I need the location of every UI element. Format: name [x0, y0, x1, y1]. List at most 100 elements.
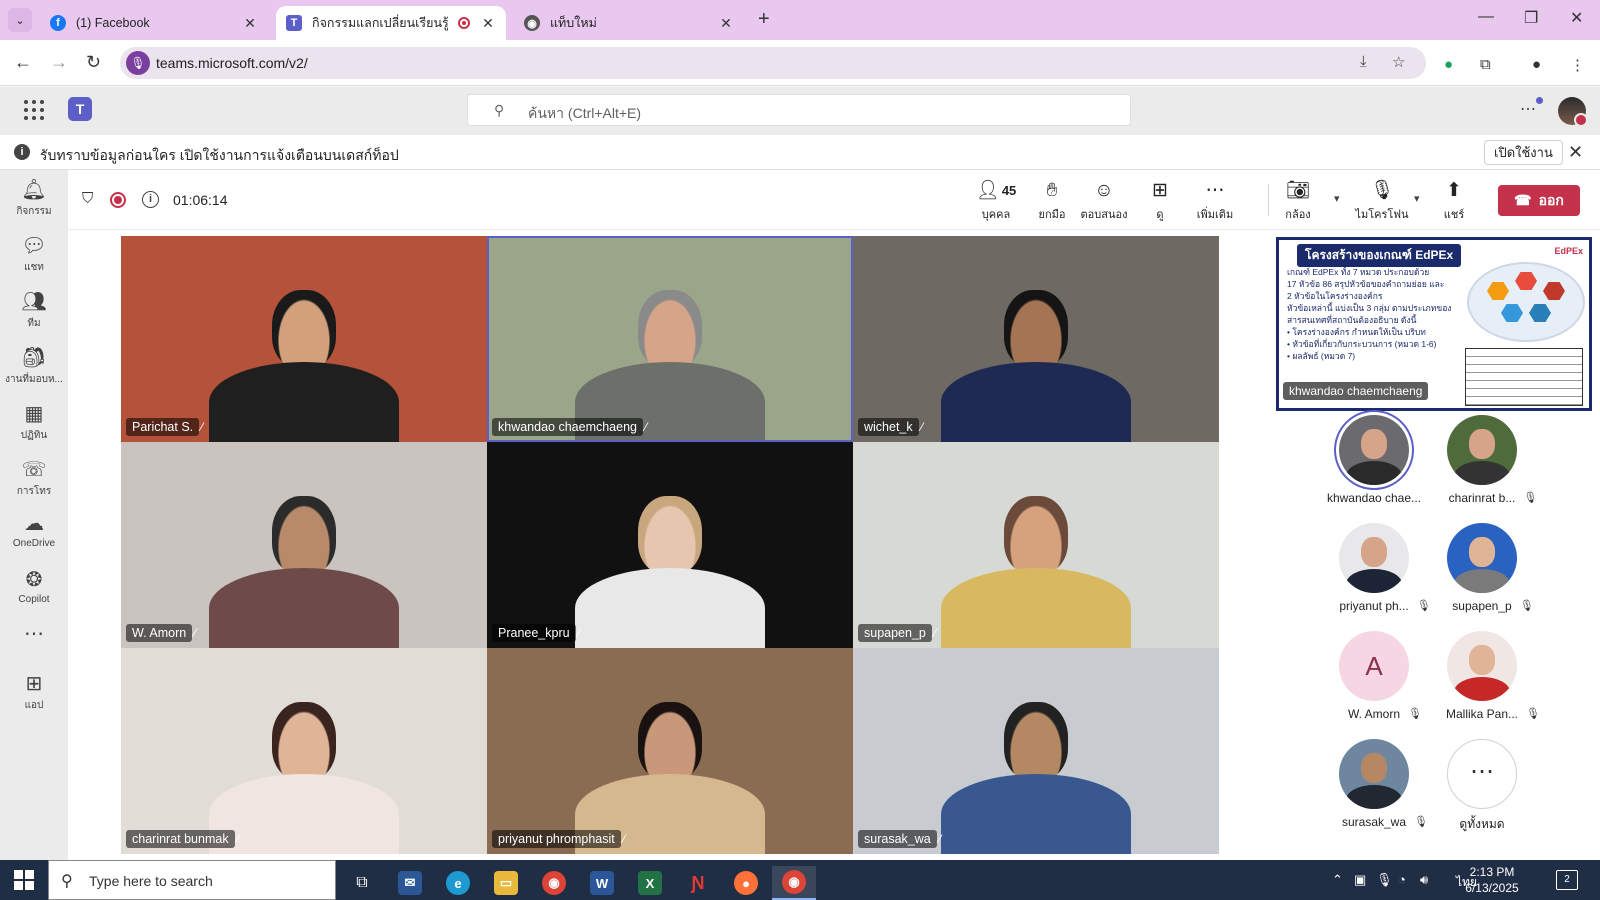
task-view-icon[interactable]: ⧉: [340, 866, 384, 900]
back-icon[interactable]: ←: [14, 52, 32, 73]
add-app-icon: ⊞: [25, 673, 43, 695]
rail-item-more[interactable]: ⋯: [0, 622, 68, 646]
settings-more-icon[interactable]: ⋯: [1520, 99, 1536, 119]
app-icon-mail[interactable]: ✉: [388, 866, 432, 900]
bookmark-star-icon[interactable]: ☆: [1392, 53, 1405, 71]
taskbar-search-input[interactable]: ⚲ Type here to search: [48, 860, 336, 900]
close-tab-icon[interactable]: ✕: [718, 15, 734, 32]
participant-roster-item[interactable]: Mallika Pan... 🎙︎: [1422, 631, 1542, 739]
tab-teams-meeting[interactable]: T กิจกรรมแลกเปลี่ยนเรียนรู้ SAR - ✕: [276, 6, 506, 40]
rail-item-apps[interactable]: ⊞ แอป: [0, 672, 68, 713]
close-window-icon[interactable]: ✕: [1570, 8, 1583, 28]
tab-search-button[interactable]: ⌄: [8, 8, 32, 32]
video-tile[interactable]: Pranee_kpru ⁄: [487, 442, 853, 648]
slide-text-line: 17 หัวข้อ 86 สรุปหัวข้อของคำถามย่อย และ: [1287, 279, 1445, 289]
video-tile[interactable]: surasak_wa ⁄: [853, 648, 1219, 854]
rail-item-chat[interactable]: 💬︎ แชท: [0, 234, 68, 275]
system-clock[interactable]: 2:13 PM 6/13/2025: [1452, 864, 1532, 896]
user-avatar[interactable]: [1558, 97, 1588, 127]
rail-item-activity[interactable]: 🔔︎ กิจกรรม: [0, 178, 68, 219]
rail-item-calendar[interactable]: ▦ ปฏิทิน: [0, 402, 68, 443]
microphone-button[interactable]: 🎙︎ ไมโครโฟน: [1350, 179, 1414, 223]
camera-options-chevron-icon[interactable]: ▾: [1334, 192, 1340, 205]
minimize-icon[interactable]: —: [1478, 8, 1494, 26]
mic-muted-icon: 🎙︎: [1408, 708, 1422, 720]
address-bar[interactable]: 🎙 teams.microsoft.com/v2/ ⤓ ☆: [120, 47, 1426, 79]
rail-item-teams[interactable]: 👥︎ ทีม: [0, 290, 68, 331]
tab-facebook[interactable]: f (1) Facebook ✕: [40, 6, 268, 40]
share-button[interactable]: ⬆ แชร์: [1430, 179, 1478, 223]
avatar: [1447, 523, 1517, 593]
view-all-participants-button[interactable]: ⋯ ดูทั้งหมด: [1422, 739, 1542, 847]
people-button[interactable]: 👤︎ 45 บุคคล: [968, 179, 1024, 223]
shield-icon[interactable]: ⛉: [82, 190, 93, 207]
app-icon-chrome[interactable]: ◉: [532, 866, 576, 900]
network-icon[interactable]: ◔: [1398, 872, 1406, 887]
edpex-logo: EdPEx: [1554, 246, 1583, 256]
video-tile[interactable]: priyanut phromphasit ⁄: [487, 648, 853, 854]
meeting-info-icon[interactable]: i: [142, 191, 159, 208]
facebook-icon: f: [50, 15, 66, 31]
enable-notifications-button[interactable]: เปิดใช้งาน: [1484, 140, 1563, 165]
microphone-tray-icon[interactable]: 🎙︎: [1376, 872, 1393, 888]
video-tile[interactable]: wichet_k ⁄: [853, 236, 1219, 442]
notification-center-icon[interactable]: 2: [1556, 870, 1578, 890]
site-info-icon[interactable]: 🎙: [126, 51, 150, 75]
recording-icon: [458, 17, 470, 29]
app-icon-firefox[interactable]: ●: [724, 866, 768, 900]
participant-roster-item[interactable]: supapen_p 🎙︎: [1422, 523, 1542, 631]
restore-icon[interactable]: ❐: [1524, 8, 1538, 28]
video-tile[interactable]: khwandao chaemchaeng ⁄: [487, 236, 853, 442]
app-icon-edge[interactable]: e: [436, 866, 480, 900]
search-input[interactable]: ⚲ ค้นหา (Ctrl+Alt+E): [467, 94, 1131, 126]
more-actions-button[interactable]: ⋯ เพิ่มเติม: [1184, 179, 1246, 223]
shared-content-thumbnail[interactable]: โครงสร้างของเกณฑ์ EdPEx EdPEx เกณฑ์ EdPE…: [1276, 237, 1592, 411]
close-tab-icon[interactable]: ✕: [242, 15, 258, 32]
app-icon-file-explorer[interactable]: ▭: [484, 866, 528, 900]
app-icon-excel[interactable]: X: [628, 866, 672, 900]
avatar: A: [1339, 631, 1409, 701]
participant-roster-item[interactable]: priyanut ph... 🎙︎: [1314, 523, 1434, 631]
tab-new[interactable]: ◉ แท็บใหม่ ✕: [514, 6, 744, 40]
participant-roster-item[interactable]: A W. Amorn 🎙︎: [1314, 631, 1434, 739]
show-hidden-icons-chevron-icon[interactable]: ⌃: [1332, 872, 1343, 888]
volume-icon[interactable]: 🔊︎: [1420, 872, 1428, 888]
app-icon-chrome-active[interactable]: ◉: [772, 866, 816, 900]
mic-options-chevron-icon[interactable]: ▾: [1414, 192, 1420, 205]
extensions-icon[interactable]: ⧉: [1480, 56, 1491, 73]
participant-name-label: surasak_wa: [858, 830, 937, 848]
install-app-icon[interactable]: ⤓: [1360, 53, 1367, 70]
reload-icon[interactable]: ↻: [86, 52, 101, 73]
windows-start-icon[interactable]: [14, 870, 34, 890]
rail-item-assignments[interactable]: 🎒︎ งานที่มอบห...: [0, 346, 68, 387]
participant-roster-item[interactable]: khwandao chae...: [1314, 415, 1434, 523]
rail-item-onedrive[interactable]: ☁ OneDrive: [0, 512, 68, 549]
leave-button[interactable]: ☎ ออก: [1498, 185, 1580, 216]
slide-text: เกณฑ์ EdPEx ทั้ง 7 หมวด ประกอบด้วย 17 หัว…: [1287, 266, 1457, 362]
camera-button[interactable]: 📷︎ กล้อง: [1274, 179, 1322, 223]
close-tab-icon[interactable]: ✕: [480, 15, 496, 32]
video-tile[interactable]: charinrat bunmak ⁄: [121, 648, 487, 854]
new-tab-button[interactable]: +: [758, 8, 770, 31]
forward-icon[interactable]: →: [50, 52, 68, 73]
video-tile[interactable]: Parichat S. ⁄: [121, 236, 487, 442]
meet-now-icon[interactable]: ▣: [1354, 872, 1366, 888]
video-tile[interactable]: W. Amorn ⁄: [121, 442, 487, 648]
app-icon-word[interactable]: W: [580, 866, 624, 900]
react-button[interactable]: ☺ ตอบสนอง: [1072, 179, 1136, 223]
app-icon-red-app[interactable]: Ɲ: [676, 866, 720, 900]
rail-item-calls[interactable]: ☏ การโทร: [0, 458, 68, 499]
view-button[interactable]: ⊞ ดู: [1136, 179, 1184, 223]
rail-item-copilot[interactable]: ❂ Copilot: [0, 568, 68, 605]
participant-roster-item[interactable]: surasak_wa 🎙︎: [1314, 739, 1434, 847]
profile-icon[interactable]: ●: [1532, 56, 1541, 73]
participant-roster-item[interactable]: charinrat b... 🎙︎: [1422, 415, 1542, 523]
app-launcher-icon[interactable]: [24, 100, 44, 120]
browser-menu-icon[interactable]: ⋮: [1570, 56, 1585, 74]
grammarly-extension-icon[interactable]: ●: [1444, 56, 1453, 73]
close-icon[interactable]: ✕: [1568, 142, 1583, 163]
mic-muted-icon: 🎙︎: [1523, 492, 1538, 504]
chat-icon: 💬︎: [21, 235, 47, 257]
video-tile[interactable]: supapen_p ⁄: [853, 442, 1219, 648]
copilot-icon: ❂: [25, 569, 43, 591]
